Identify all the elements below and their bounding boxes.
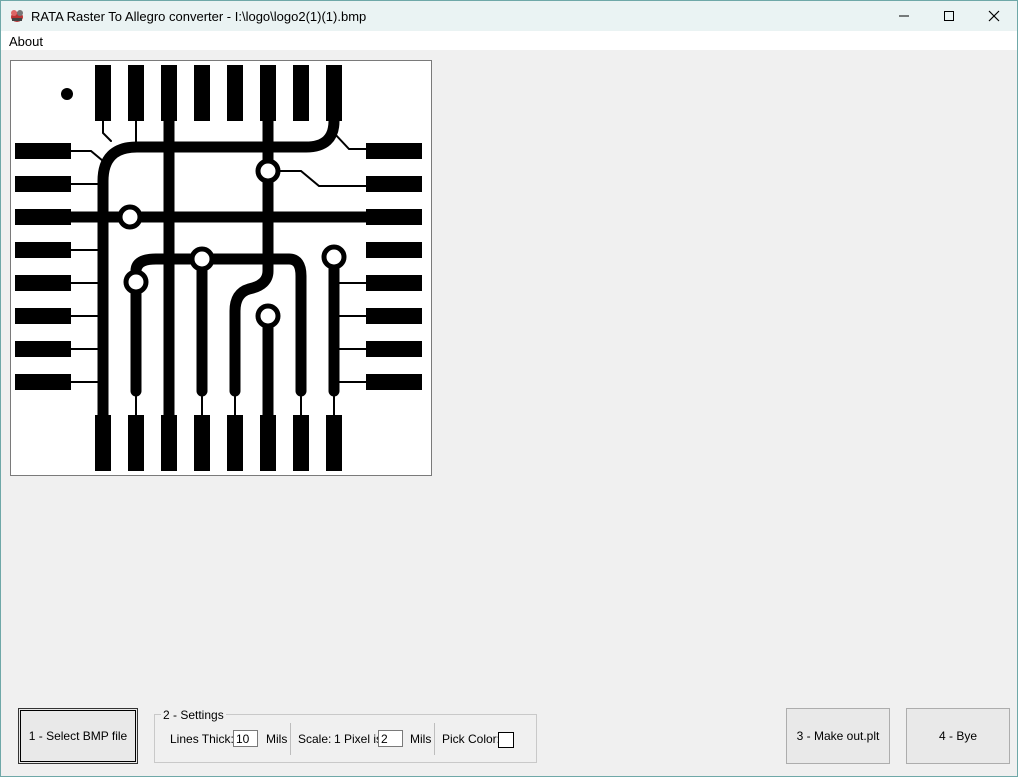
bye-button[interactable]: 4 - Bye (906, 708, 1010, 764)
maximize-icon (944, 11, 954, 21)
pick-color-swatch[interactable] (498, 732, 514, 748)
settings-divider (434, 723, 435, 755)
settings-divider (290, 723, 291, 755)
select-bmp-button[interactable]: 1 - Select BMP file (18, 708, 138, 764)
pixel-scale-unit: Mils (410, 732, 432, 746)
pixel-label: 1 Pixel is (334, 732, 383, 746)
menu-about[interactable]: About (9, 34, 43, 49)
settings-group-title: 2 - Settings (161, 708, 226, 722)
pick-color-label: Pick Color: (442, 732, 501, 746)
maximize-button[interactable] (926, 1, 972, 31)
pixel-scale-input[interactable] (378, 730, 403, 747)
window-title: RATA Raster To Allegro converter - I:\lo… (31, 9, 367, 24)
close-button[interactable] (971, 1, 1017, 31)
app-window: RATA Raster To Allegro converter - I:\lo… (0, 0, 1018, 777)
lines-thick-unit: Mils (266, 732, 288, 746)
title-bar[interactable]: RATA Raster To Allegro converter - I:\lo… (1, 1, 1017, 31)
close-icon (988, 10, 1000, 22)
pcb-logo-image (15, 65, 422, 471)
bitmap-preview (10, 60, 432, 476)
make-out-button[interactable]: 3 - Make out.plt (786, 708, 890, 764)
scale-label: Scale: (298, 732, 332, 746)
lines-thick-label: Lines Thick: (170, 732, 234, 746)
menu-bar: About (1, 31, 1017, 50)
lines-thick-input[interactable] (233, 730, 258, 747)
minimize-icon (899, 15, 909, 17)
minimize-button[interactable] (881, 1, 927, 31)
app-icon (11, 10, 23, 22)
